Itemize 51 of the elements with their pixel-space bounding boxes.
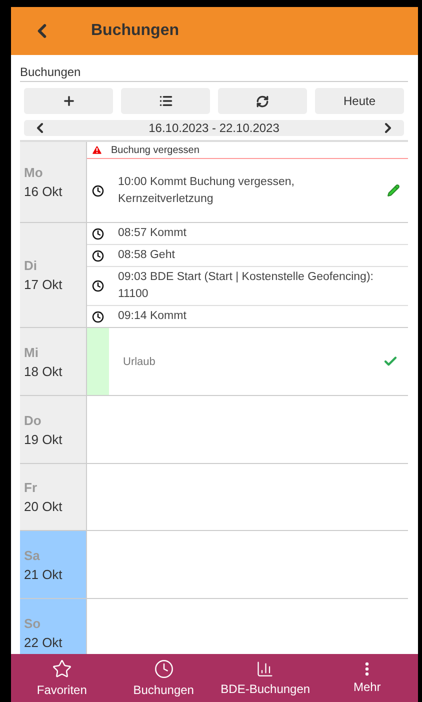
weekday: So — [24, 616, 42, 630]
absence-text: Urlaub — [122, 356, 156, 368]
day-date: 22 Okt — [24, 634, 64, 650]
day-date: 20 Okt — [24, 499, 64, 514]
day-date: 17 Okt — [24, 277, 64, 292]
weekday: Mi — [24, 344, 40, 360]
clock-icon — [92, 228, 104, 240]
clock-icon — [92, 310, 104, 322]
absence-strip — [87, 328, 109, 395]
more-icon — [365, 662, 370, 676]
clock-icon — [154, 659, 174, 679]
day-date: 16 Okt — [24, 184, 64, 199]
weekday: Sa — [24, 548, 41, 562]
refresh-icon — [256, 94, 269, 108]
header-title: Buchungen — [91, 22, 179, 40]
booking-row[interactable]: 09:14 Kommt — [87, 306, 408, 327]
today-button[interactable]: Heute — [315, 88, 404, 114]
clock-icon — [92, 184, 104, 196]
weekday: Fr — [24, 480, 38, 495]
bar-chart-icon — [256, 660, 274, 678]
weekday: Do — [24, 412, 42, 428]
nav-tab[interactable]: Buchungen — [112, 654, 214, 702]
nav-tab[interactable]: Mehr — [316, 654, 418, 702]
booking-text: 10:00 Kommt Buchung vergessen, Kernzeitverletzung — [117, 174, 296, 206]
booking-row[interactable]: 10:00 Kommt Buchung vergessen, Kernzeitverletzung — [87, 159, 408, 222]
booking-row[interactable]: 08:58 Geht — [87, 245, 408, 267]
list-button[interactable] — [121, 88, 210, 114]
warning-icon — [91, 144, 103, 156]
day-date: 19 Okt — [24, 432, 64, 446]
booking-row[interactable]: 08:57 Kommt — [87, 223, 408, 245]
weekday: Di — [24, 258, 38, 273]
section-title: Buchungen — [20, 65, 408, 82]
booking-text: 09:14 Kommt — [117, 309, 188, 324]
booking-text: 08:57 Kommt — [117, 226, 188, 241]
weekday: Mo — [24, 165, 44, 180]
star-icon — [52, 659, 72, 679]
plus-icon — [62, 94, 76, 108]
date-range: 16.10.2023 - 22.10.2023 — [148, 121, 280, 135]
clock-icon — [92, 250, 104, 262]
booking-text: 09:03 BDE Start (Start | Kostenstelle Geofencing): 11100 — [117, 270, 374, 302]
clock-icon — [92, 280, 104, 292]
booking-row[interactable]: 09:03 BDE Start (Start | Kostenstelle Geofencing): 11100 — [87, 267, 408, 306]
day-date: 21 Okt — [24, 566, 64, 582]
absence-row[interactable]: Urlaub — [87, 328, 408, 395]
nav-tab[interactable]: BDE-Buchungen — [214, 654, 316, 702]
day-date: 18 Okt — [24, 364, 64, 378]
nav-tab[interactable]: Favoriten — [11, 654, 113, 702]
refresh-button[interactable] — [218, 88, 307, 114]
list-icon — [158, 94, 172, 108]
booking-text: 08:58 Geht — [117, 248, 176, 263]
warning-text: Buchung vergessen — [111, 144, 200, 156]
